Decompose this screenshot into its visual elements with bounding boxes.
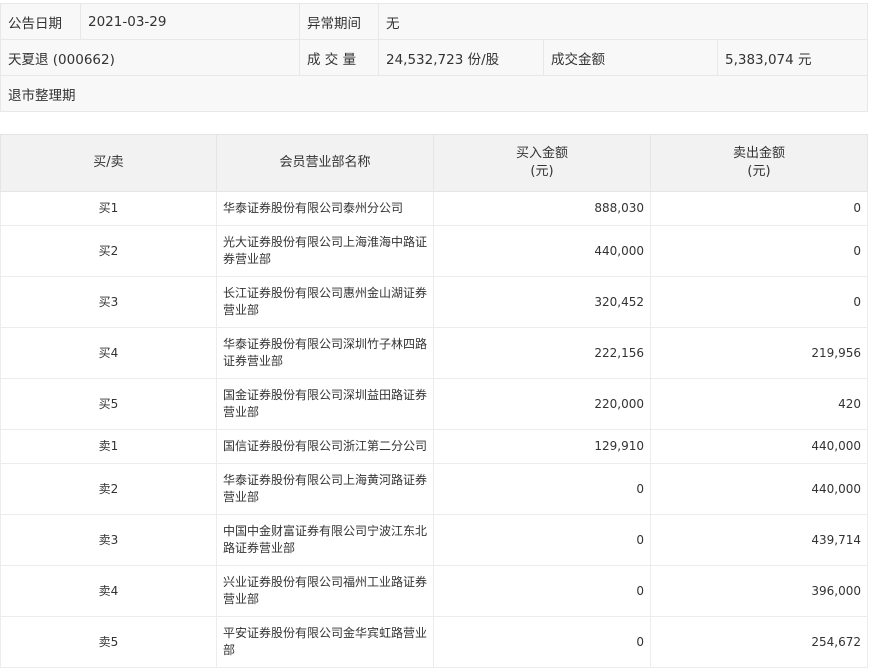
row-broker: 国金证券股份有限公司深圳益田路证券营业部 — [216, 378, 434, 430]
row-sell-amount: 0 — [650, 191, 868, 226]
row-buy-amount: 440,000 — [433, 225, 651, 277]
row-sell-amount: 420 — [650, 378, 868, 430]
amount-label: 成交金额 — [543, 39, 718, 76]
table-row: 卖3 中国中金财富证券有限公司宁波江东北路证券营业部 0 439,714 — [0, 514, 868, 566]
table-row: 买5 国金证券股份有限公司深圳益田路证券营业部 220,000 420 — [0, 378, 868, 430]
listing-reason: 退市整理期 — [0, 75, 869, 112]
row-side: 买3 — [0, 276, 217, 328]
table-row: 卖4 兴业证券股份有限公司福州工业路证券营业部 0 396,000 — [0, 565, 868, 617]
table-row: 买3 长江证券股份有限公司惠州金山湖证券营业部 320,452 0 — [0, 276, 868, 328]
broker-trading-table: 买/卖 会员营业部名称 买入金额 (元) 卖出金额 (元) 买1 华泰证券股份有限公… — [0, 134, 868, 668]
header-side: 买/卖 — [0, 134, 217, 192]
row-broker: 华泰证券股份有限公司泰州分公司 — [216, 191, 434, 226]
row-broker: 光大证券股份有限公司上海淮海中路证券营业部 — [216, 225, 434, 277]
table-header-row: 买/卖 会员营业部名称 买入金额 (元) 卖出金额 (元) — [0, 134, 868, 192]
header-broker: 会员营业部名称 — [216, 134, 434, 192]
header-buy-line2: (元) — [530, 164, 554, 179]
row-buy-amount: 0 — [433, 463, 651, 515]
row-buy-amount: 0 — [433, 616, 651, 668]
abnormal-period-label: 异常期间 — [299, 3, 379, 40]
row-buy-amount: 0 — [433, 514, 651, 566]
header-sell-amount: 卖出金额 (元) — [650, 134, 868, 192]
abnormal-period-value: 无 — [377, 3, 869, 40]
row-buy-amount: 220,000 — [433, 378, 651, 430]
header-buy-line1: 买入金额 — [515, 146, 568, 161]
row-broker: 平安证券股份有限公司金华宾虹路营业部 — [216, 616, 434, 668]
row-side: 卖2 — [0, 463, 217, 515]
row-side: 买4 — [0, 327, 217, 379]
row-sell-amount: 254,672 — [650, 616, 868, 668]
row-sell-amount: 219,956 — [650, 327, 868, 379]
row-sell-amount: 0 — [650, 276, 868, 328]
date-label: 公告日期 — [0, 3, 81, 40]
announcement-info-table: 公告日期 2021-03-29 异常期间 无 天夏退 (000662) 成 交 … — [0, 3, 869, 112]
row-buy-amount: 222,156 — [433, 327, 651, 379]
row-side: 卖4 — [0, 565, 217, 617]
row-sell-amount: 396,000 — [650, 565, 868, 617]
row-buy-amount: 320,452 — [433, 276, 651, 328]
row-broker: 长江证券股份有限公司惠州金山湖证券营业部 — [216, 276, 434, 328]
stock-name: 天夏退 (000662) — [0, 39, 300, 76]
row-buy-amount: 129,910 — [433, 429, 651, 464]
date-value: 2021-03-29 — [80, 3, 300, 40]
row-side: 买2 — [0, 225, 217, 277]
header-sell-line1: 卖出金额 — [732, 146, 785, 161]
row-broker: 华泰证券股份有限公司深圳竹子林四路证券营业部 — [216, 327, 434, 379]
table-row: 买1 华泰证券股份有限公司泰州分公司 888,030 0 — [0, 191, 868, 226]
row-broker: 中国中金财富证券有限公司宁波江东北路证券营业部 — [216, 514, 434, 566]
table-row: 卖5 平安证券股份有限公司金华宾虹路营业部 0 254,672 — [0, 616, 868, 668]
row-broker: 国信证券股份有限公司浙江第二分公司 — [216, 429, 434, 464]
header-buy-amount: 买入金额 (元) — [433, 134, 651, 192]
row-side: 卖3 — [0, 514, 217, 566]
amount-value: 5,383,074 元 — [716, 39, 869, 76]
row-sell-amount: 440,000 — [650, 463, 868, 515]
info-row-date: 公告日期 2021-03-29 异常期间 无 — [0, 3, 869, 40]
row-side: 卖1 — [0, 429, 217, 464]
row-side: 买1 — [0, 191, 217, 226]
row-sell-amount: 439,714 — [650, 514, 868, 566]
table-row: 卖2 华泰证券股份有限公司上海黄河路证券营业部 0 440,000 — [0, 463, 868, 515]
table-row: 买2 光大证券股份有限公司上海淮海中路证券营业部 440,000 0 — [0, 225, 868, 277]
header-sell-line2: (元) — [747, 164, 771, 179]
row-buy-amount: 0 — [433, 565, 651, 617]
info-row-volume: 天夏退 (000662) 成 交 量 24,532,723 份/股 成交金额 5… — [0, 39, 869, 76]
table-row: 买4 华泰证券股份有限公司深圳竹子林四路证券营业部 222,156 219,95… — [0, 327, 868, 379]
volume-label: 成 交 量 — [299, 39, 379, 76]
volume-value: 24,532,723 份/股 — [378, 39, 544, 76]
row-sell-amount: 0 — [650, 225, 868, 277]
row-broker: 兴业证券股份有限公司福州工业路证券营业部 — [216, 565, 434, 617]
table-row: 卖1 国信证券股份有限公司浙江第二分公司 129,910 440,000 — [0, 429, 868, 464]
row-broker: 华泰证券股份有限公司上海黄河路证券营业部 — [216, 463, 434, 515]
info-row-reason: 退市整理期 — [0, 75, 869, 112]
row-sell-amount: 440,000 — [650, 429, 868, 464]
row-buy-amount: 888,030 — [433, 191, 651, 226]
row-side: 买5 — [0, 378, 217, 430]
row-side: 卖5 — [0, 616, 217, 668]
